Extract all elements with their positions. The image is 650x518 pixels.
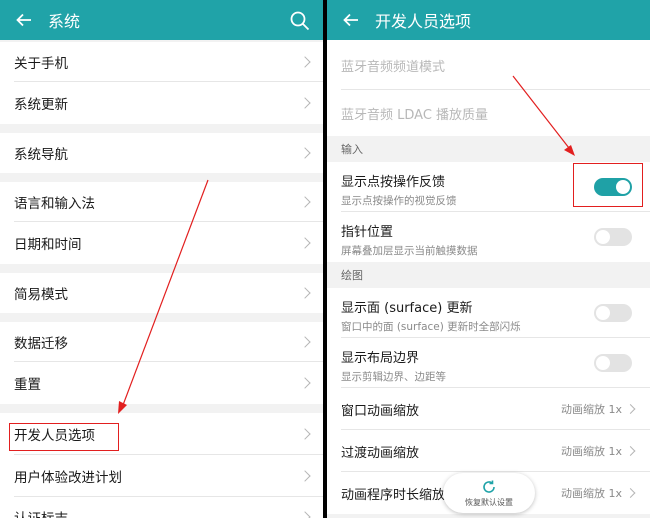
menu-item-label: 用户体验改进计划	[14, 470, 122, 486]
back-button[interactable]	[327, 0, 375, 40]
chevron-right-icon	[299, 428, 311, 440]
section-header-input: 输入	[327, 136, 650, 162]
menu-item-label: 数据迁移	[14, 336, 68, 352]
chevron-right-icon	[299, 97, 311, 109]
menu-item-reset[interactable]: 重置	[0, 362, 323, 404]
setting-title: 窗口动画缩放	[341, 403, 420, 419]
menu-item-label: 重置	[14, 377, 41, 393]
setting-surface-updates[interactable]: 显示面 (surface) 更新 窗口中的面 (surface) 更新时全部闪烁	[327, 288, 650, 338]
menu-item-label: 语言和输入法	[14, 196, 95, 212]
back-button[interactable]	[0, 0, 48, 40]
highlight-box	[9, 423, 119, 451]
back-arrow-icon	[16, 13, 31, 27]
setting-layout-bounds[interactable]: 显示布局边界 显示剪辑边界、边距等	[327, 338, 650, 388]
chevron-right-icon	[625, 488, 636, 498]
setting-window-animation-scale[interactable]: 窗口动画缩放 动画缩放 1x	[327, 388, 650, 430]
setting-transition-animation-scale[interactable]: 过渡动画缩放 动画缩放 1x	[327, 430, 650, 472]
chevron-right-icon	[299, 287, 311, 299]
refresh-icon	[483, 480, 495, 493]
chevron-right-icon	[299, 147, 311, 159]
setting-value: 动画缩放 1x	[560, 487, 622, 500]
menu-item-label: 认证标志	[14, 507, 68, 518]
restore-defaults-button[interactable]: 恢复默认设置	[443, 473, 535, 513]
surface-updates-toggle[interactable]	[594, 304, 632, 322]
page-title: 系统	[48, 12, 81, 31]
restore-defaults-label: 恢复默认设置	[465, 497, 513, 507]
chevron-right-icon	[299, 377, 311, 389]
developer-options-screen: 开发人员选项 蓝牙音频频道模式 蓝牙音频 LDAC 播放质量 输入 显示点按操作…	[327, 0, 650, 518]
menu-item-system-navigation[interactable]: 系统导航	[0, 133, 323, 173]
chevron-right-icon	[299, 336, 311, 348]
chevron-right-icon	[299, 511, 311, 518]
page-title: 开发人员选项	[375, 12, 472, 31]
menu-item-certification[interactable]: 认证标志	[0, 497, 323, 518]
chevron-right-icon	[299, 56, 311, 68]
setting-value: 动画缩放 1x	[560, 445, 622, 458]
setting-bt-ldac-quality: 蓝牙音频 LDAC 播放质量	[327, 90, 650, 136]
setting-title: 蓝牙音频频道模式	[341, 59, 446, 75]
setting-pointer-location[interactable]: 指针位置 屏幕叠加层显示当前触摸数据	[327, 212, 650, 262]
menu-item-about-phone[interactable]: 关于手机	[0, 42, 323, 82]
section-header-drawing: 绘图	[327, 262, 650, 288]
menu-item-label: 简易模式	[14, 287, 68, 303]
layout-bounds-toggle[interactable]	[594, 354, 632, 372]
highlight-box	[573, 163, 643, 207]
menu-item-system-update[interactable]: 系统更新	[0, 82, 323, 124]
back-arrow-icon	[343, 13, 358, 27]
setting-bt-audio-channel: 蓝牙音频频道模式	[327, 40, 650, 90]
chevron-right-icon	[299, 237, 311, 249]
menu-item-date-time[interactable]: 日期和时间	[0, 222, 323, 264]
menu-item-label: 日期和时间	[14, 237, 82, 253]
settings-system-screen: 系统 关于手机 系统更新 系统导航 语言和输入法 日期和时间 简易模式 数据迁移…	[0, 0, 323, 518]
setting-title: 过渡动画缩放	[341, 445, 420, 461]
menu-item-data-migration[interactable]: 数据迁移	[0, 322, 323, 362]
menu-item-simple-mode[interactable]: 简易模式	[0, 273, 323, 313]
menu-item-label: 系统导航	[14, 147, 68, 163]
setting-value: 动画缩放 1x	[560, 403, 622, 416]
setting-title: 动画程序时长缩放	[341, 487, 446, 503]
app-bar: 系统	[0, 0, 323, 40]
chevron-right-icon	[625, 446, 636, 456]
menu-item-user-experience[interactable]: 用户体验改进计划	[0, 455, 323, 497]
chevron-right-icon	[299, 196, 311, 208]
app-bar: 开发人员选项	[327, 0, 650, 40]
search-icon[interactable]	[289, 10, 311, 32]
menu-item-label: 系统更新	[14, 97, 68, 113]
menu-item-language-input[interactable]: 语言和输入法	[0, 182, 323, 222]
chevron-right-icon	[299, 470, 311, 482]
pointer-location-toggle[interactable]	[594, 228, 632, 246]
chevron-right-icon	[625, 404, 636, 414]
menu-item-label: 关于手机	[14, 56, 68, 72]
setting-title: 蓝牙音频 LDAC 播放质量	[341, 107, 489, 123]
